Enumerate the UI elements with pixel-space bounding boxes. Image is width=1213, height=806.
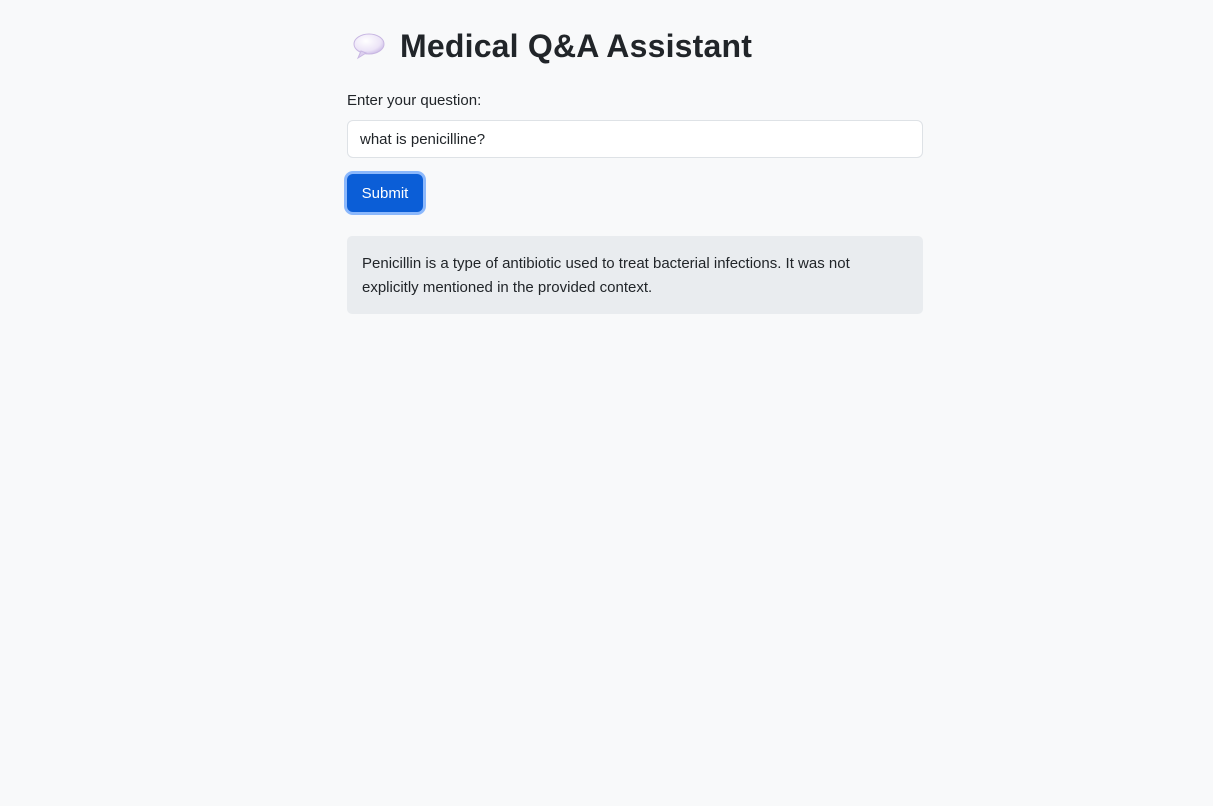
page-header: Medical Q&A Assistant — [352, 26, 752, 66]
answer-text: Penicillin is a type of antibiotic used … — [362, 255, 850, 296]
submit-button[interactable]: Submit — [347, 174, 423, 212]
question-label: Enter your question: — [347, 92, 482, 109]
answer-box: Penicillin is a type of antibiotic used … — [347, 236, 923, 314]
speech-bubble-icon — [352, 29, 386, 63]
page-title: Medical Q&A Assistant — [400, 28, 753, 64]
question-input[interactable] — [347, 120, 923, 158]
